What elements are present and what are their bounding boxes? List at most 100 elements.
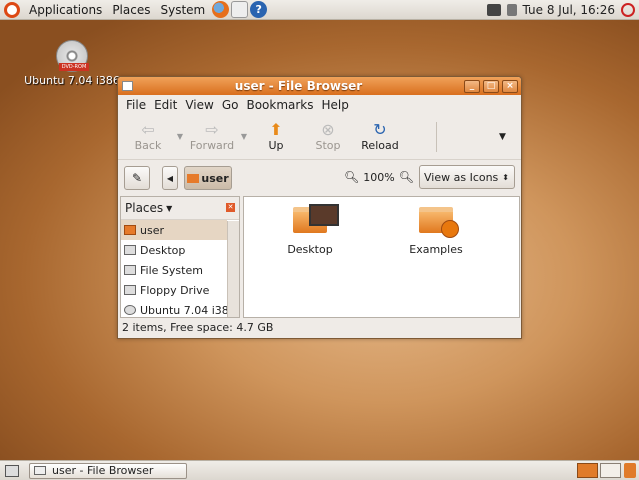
top-panel: Applications Places System ? Tue 8 Jul, … [0,0,639,20]
power-icon[interactable] [621,3,635,17]
sidebar-item-desktop[interactable]: Desktop [121,240,227,260]
home-icon [124,225,136,235]
harddisk-icon [124,265,136,275]
dvd-badge: DVD-ROM [59,63,89,71]
toolbar: ⇦ Back ▼ ⇨ Forward ▼ ⬆ Up ⊗ Stop ↻ Reloa… [118,114,521,160]
workspace-2[interactable] [600,463,621,478]
folder-icon [419,207,459,238]
menu-go[interactable]: Go [218,98,243,112]
file-item-desktop[interactable]: Desktop [270,204,350,256]
trash-icon[interactable] [624,463,636,478]
chevron-left-icon: ◀ [166,173,174,183]
file-view: Desktop Examples [243,196,520,318]
floppy-icon [124,285,136,295]
forward-button[interactable]: ⇨ Forward [186,120,238,153]
zoom-out-icon[interactable]: 🔍︎ [344,170,359,184]
stop-button[interactable]: ⊗ Stop [302,120,354,153]
desktop-icon-dvd[interactable]: DVD-ROM Ubuntu 7.04 i386 [24,40,120,87]
menu-view[interactable]: View [181,98,217,112]
toolbar-separator [436,121,437,152]
sidebar-item-dvd[interactable]: Ubuntu 7.04 i386 [121,300,227,320]
bottom-panel: user - File Browser [0,460,639,480]
ubuntu-logo-icon[interactable] [4,1,20,18]
email-icon[interactable] [231,1,249,18]
up-button[interactable]: ⬆ Up [250,121,302,153]
sidebar-header[interactable]: Places ▼ ✕ [121,197,239,220]
status-bar: 2 items, Free space: 4.7 GB [122,321,274,334]
chevron-down-icon: ▼ [166,203,173,213]
zoom-in-icon[interactable]: 🔍︎ [399,170,414,184]
folder-icon [293,204,339,233]
forward-history-chevron-icon[interactable]: ▼ [238,132,250,141]
desktop-icon-label: Ubuntu 7.04 i386 [24,74,120,87]
taskbar-window-button[interactable]: user - File Browser [29,462,187,479]
up-label: Up [268,139,284,152]
network-icon[interactable] [486,4,501,16]
sidebar-item-label: Floppy Drive [140,283,210,297]
stop-icon: ⊗ [321,120,335,139]
clock[interactable]: Tue 8 Jul, 16:26 [523,3,615,17]
file-item-label: Examples [409,243,463,256]
sidebar-close-icon[interactable]: ✕ [226,203,235,212]
menu-bookmarks[interactable]: Bookmarks [242,98,317,112]
back-history-chevron-icon[interactable]: ▼ [174,132,186,141]
view-mode-label: View as Icons [424,170,499,184]
menu-places[interactable]: Places [107,3,155,17]
menu-help[interactable]: Help [318,98,353,112]
help-icon[interactable]: ? [250,1,268,18]
forward-arrow-icon: ⇨ [205,120,219,139]
back-label: Back [134,139,162,152]
maximize-button[interactable]: □ [483,79,499,93]
zoom-level[interactable]: 100% [363,171,394,184]
view-mode-select[interactable]: View as Icons ⬍ [419,165,515,189]
sidebar: Places ▼ ✕ user Desktop File System Flop… [120,196,240,318]
file-browser-window: user - File Browser _ □ × File Edit View… [117,76,522,339]
select-arrows-icon: ⬍ [502,172,509,182]
reload-label: Reload [361,139,399,152]
panel-tray: Tue 8 Jul, 16:26 [486,0,635,20]
window-icon [34,466,46,475]
sidebar-item-label: File System [140,263,203,277]
sidebar-item-label: Ubuntu 7.04 i386 [140,303,227,317]
back-button[interactable]: ⇦ Back [122,120,174,153]
file-item-label: Desktop [287,243,333,256]
menu-system[interactable]: System [155,3,210,17]
toolbar-overflow-chevron-icon[interactable]: ▼ [499,132,506,142]
volume-icon[interactable] [506,4,517,16]
sidebar-scrollbar[interactable] [227,221,239,317]
path-crumb-user[interactable]: user [184,166,232,190]
workspace-1[interactable] [577,463,598,478]
film-emblem-icon [309,204,339,226]
reload-button[interactable]: ↻ Reload [354,121,406,153]
zoom-controls: 🔍︎ 100% 🔍︎ [344,170,414,184]
sidebar-title: Places [125,201,164,215]
firefox-icon[interactable] [212,1,230,18]
sidebar-item-filesystem[interactable]: File System [121,260,227,280]
dvd-icon [124,305,136,315]
path-crumb-label: user [201,171,229,185]
toggle-location-button[interactable]: ✎ [124,166,150,190]
window-title: user - File Browser [234,79,363,93]
taskbar-label: user - File Browser [52,464,154,477]
sidebar-item-floppy[interactable]: Floppy Drive [121,280,227,300]
titlebar[interactable]: user - File Browser _ □ × [118,77,521,95]
window-icon[interactable] [122,81,133,91]
minimize-button[interactable]: _ [464,79,480,93]
desktop-icon [124,245,136,255]
home-folder-icon [187,173,200,183]
forward-label: Forward [189,139,235,152]
sidebar-item-label: user [140,223,164,237]
close-button[interactable]: × [502,79,518,93]
back-arrow-icon: ⇦ [141,120,155,139]
menu-applications[interactable]: Applications [24,3,107,17]
file-item-examples[interactable]: Examples [396,207,476,256]
menu-file[interactable]: File [122,98,150,112]
stop-label: Stop [315,139,341,152]
path-left-button[interactable]: ◀ [162,166,178,190]
show-desktop-icon[interactable] [5,464,19,477]
sidebar-item-label: Desktop [140,243,186,257]
sidebar-item-user[interactable]: user [121,220,227,240]
dvd-icon: DVD-ROM [56,40,89,72]
menu-edit[interactable]: Edit [150,98,181,112]
lock-emblem-icon [441,220,459,238]
